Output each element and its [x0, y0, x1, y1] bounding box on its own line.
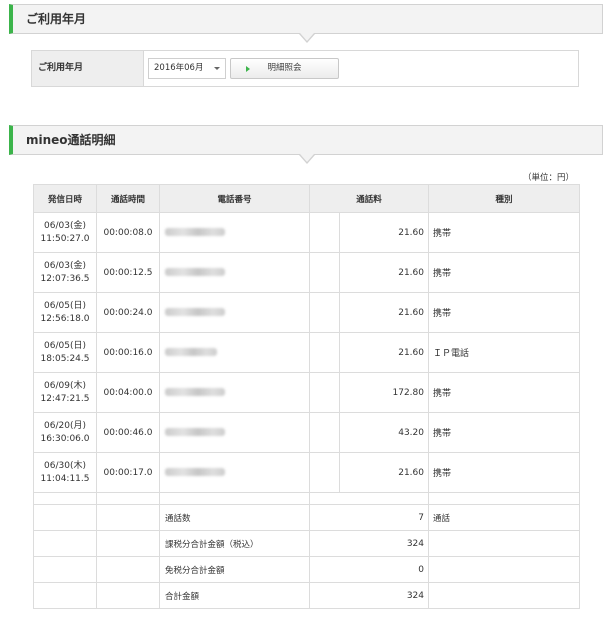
column-header: 種別 — [428, 184, 580, 213]
phone-number-redacted — [159, 292, 310, 333]
call-fee: 172.80 — [309, 372, 429, 413]
detail-query-button[interactable]: 明細照会 — [230, 58, 339, 79]
summary-label: 免税分合計金額 — [159, 556, 310, 583]
section-title: ご利用年月 — [26, 12, 87, 26]
table-row: 06/20(月) 16:30:06.0 00:00:46.0 43.20 携帯 — [33, 412, 580, 453]
summary-row: 合計金額 324 — [33, 582, 580, 609]
call-type: ＩＰ電話 — [428, 332, 580, 373]
call-type: 携帯 — [428, 452, 580, 493]
table-row: 06/09(木) 12:47:21.5 00:04:00.0 172.80 携帯 — [33, 372, 580, 413]
summary-label: 合計金額 — [159, 582, 310, 609]
month-form: ご利用年月 2016年06月 明細照会 — [31, 50, 579, 87]
column-header: 通話時間 — [96, 184, 160, 213]
summary-row: 免税分合計金額 0 — [33, 556, 580, 583]
header-pointer-icon — [299, 33, 315, 43]
summary-label: 通話数 — [159, 504, 310, 531]
summary-value: 324 — [309, 582, 429, 609]
call-datetime: 06/20(月) 16:30:06.0 — [33, 412, 97, 453]
column-header: 通話料 — [309, 184, 429, 213]
summary-unit — [428, 582, 580, 609]
call-type: 携帯 — [428, 372, 580, 413]
call-type: 携帯 — [428, 292, 580, 333]
section-header-usage-month: ご利用年月 — [9, 4, 603, 34]
phone-number-redacted — [159, 212, 310, 253]
summary-value: 7 — [309, 504, 429, 531]
call-fee: 21.60 — [309, 332, 429, 373]
month-select[interactable]: 2016年06月 — [148, 58, 226, 79]
phone-number-redacted — [159, 412, 310, 453]
summary-row: 通話数 7 通話 — [33, 504, 580, 531]
section-title: mineo通話明細 — [26, 133, 116, 147]
table-row: 06/03(金) 12:07:36.5 00:00:12.5 21.60 携帯 — [33, 252, 580, 293]
phone-number-redacted — [159, 452, 310, 493]
column-header: 電話番号 — [159, 184, 310, 213]
month-select-value: 2016年06月 — [154, 63, 204, 73]
header-pointer-icon — [299, 154, 315, 164]
call-duration: 00:00:46.0 — [96, 412, 160, 453]
table-header-row: 発信日時 通話時間 電話番号 通話料 種別 — [33, 184, 580, 213]
phone-number-redacted — [159, 252, 310, 293]
call-fee: 21.60 — [309, 252, 429, 293]
column-header: 発信日時 — [33, 184, 97, 213]
month-label: ご利用年月 — [32, 51, 144, 86]
call-type: 携帯 — [428, 412, 580, 453]
call-duration: 00:00:17.0 — [96, 452, 160, 493]
call-datetime: 06/09(木) 12:47:21.5 — [33, 372, 97, 413]
call-fee: 21.60 — [309, 452, 429, 493]
summary-value: 324 — [309, 530, 429, 557]
call-fee: 21.60 — [309, 292, 429, 333]
summary-value: 0 — [309, 556, 429, 583]
play-arrow-icon — [246, 66, 250, 72]
unit-note: （単位：円） — [522, 173, 574, 183]
table-row: 06/30(木) 11:04:11.5 00:00:17.0 21.60 携帯 — [33, 452, 580, 493]
phone-number-redacted — [159, 372, 310, 413]
summary-unit — [428, 530, 580, 557]
section-header-call-detail: mineo通話明細 — [9, 125, 603, 155]
phone-number-redacted — [159, 332, 310, 373]
call-datetime: 06/03(金) 12:07:36.5 — [33, 252, 97, 293]
call-datetime: 06/03(金) 11:50:27.0 — [33, 212, 97, 253]
table-row: 06/05(日) 12:56:18.0 00:00:24.0 21.60 携帯 — [33, 292, 580, 333]
call-duration: 00:00:12.5 — [96, 252, 160, 293]
call-datetime: 06/05(日) 12:56:18.0 — [33, 292, 97, 333]
call-type: 携帯 — [428, 252, 580, 293]
call-duration: 00:00:16.0 — [96, 332, 160, 373]
call-duration: 00:00:08.0 — [96, 212, 160, 253]
detail-query-label: 明細照会 — [267, 63, 302, 73]
table-row: 06/03(金) 11:50:27.0 00:00:08.0 21.60 携帯 — [33, 212, 580, 253]
table-row: 06/05(日) 18:05:24.5 00:00:16.0 21.60 ＩＰ電話 — [33, 332, 580, 373]
call-detail-table: 発信日時 通話時間 電話番号 通話料 種別 06/03(金) 11:50:27.0… — [33, 184, 580, 609]
chevron-down-icon — [214, 67, 220, 70]
call-fee: 21.60 — [309, 212, 429, 253]
summary-unit — [428, 556, 580, 583]
call-datetime: 06/30(木) 11:04:11.5 — [33, 452, 97, 493]
summary-unit: 通話 — [428, 504, 580, 531]
call-fee: 43.20 — [309, 412, 429, 453]
call-datetime: 06/05(日) 18:05:24.5 — [33, 332, 97, 373]
table-spacer-row — [33, 492, 580, 505]
call-type: 携帯 — [428, 212, 580, 253]
call-duration: 00:00:24.0 — [96, 292, 160, 333]
summary-row: 課税分合計金額（税込） 324 — [33, 530, 580, 557]
summary-label: 課税分合計金額（税込） — [159, 530, 310, 557]
call-duration: 00:04:00.0 — [96, 372, 160, 413]
